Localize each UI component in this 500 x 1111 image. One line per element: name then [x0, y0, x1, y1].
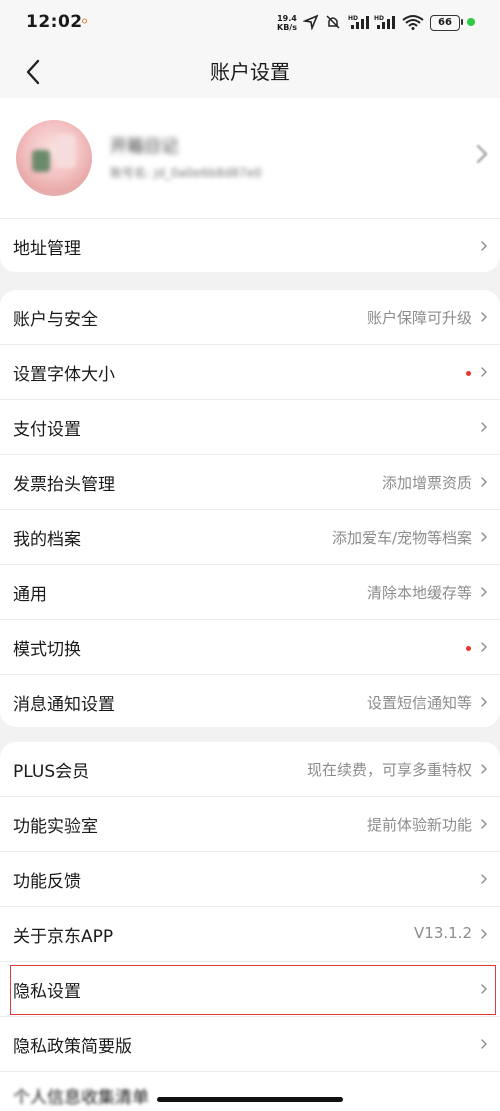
row-label: 功能反馈	[13, 872, 81, 892]
chevron-right-icon	[481, 241, 487, 251]
page-header: 账户设置	[0, 44, 500, 98]
chevron-right-icon	[481, 422, 487, 432]
signal-icon-1: HD	[348, 15, 369, 29]
mode-switch-row[interactable]: 模式切换	[0, 620, 500, 675]
chevron-right-icon	[481, 532, 487, 542]
wifi-icon	[402, 15, 424, 30]
row-label: 关于京东APP	[13, 927, 114, 947]
account-security-row[interactable]: 账户与安全 账户保障可升级	[0, 290, 500, 345]
privacy-indicator-dot	[467, 18, 475, 26]
font-size-row[interactable]: 设置字体大小	[0, 345, 500, 400]
location-icon	[303, 14, 319, 30]
battery-tip	[461, 19, 463, 25]
chevron-right-icon	[481, 697, 487, 707]
about-app-row[interactable]: 关于京东APP V13.1.2	[0, 907, 500, 962]
avatar-image-part	[56, 134, 76, 168]
row-label: 支付设置	[13, 420, 81, 440]
divider	[0, 1071, 500, 1072]
red-dot-badge	[466, 371, 471, 376]
row-label: 地址管理	[13, 239, 81, 259]
page-title: 账户设置	[210, 60, 290, 84]
chevron-right-icon	[481, 929, 487, 939]
app-notification-icon: ⚪	[80, 15, 90, 28]
row-label: 功能实验室	[13, 817, 98, 837]
payment-settings-row[interactable]: 支付设置	[0, 400, 500, 455]
chevron-right-icon	[481, 1039, 487, 1049]
feature-lab-row[interactable]: 功能实验室 提前体验新功能	[0, 797, 500, 852]
home-indicator[interactable]	[157, 1097, 343, 1102]
account-id: 账号名: jd_0a0e6b8d87e0	[110, 166, 262, 180]
chevron-right-icon	[481, 874, 487, 884]
invoice-title-row[interactable]: 发票抬头管理 添加增票资质	[0, 455, 500, 510]
partially-visible-row-label[interactable]: 个人信息收集清单	[13, 1083, 149, 1108]
row-label: 我的档案	[13, 530, 81, 550]
avatar[interactable]	[16, 120, 92, 196]
row-value: 账户保障可升级	[366, 309, 472, 327]
chevron-right-icon	[481, 642, 487, 652]
more-group: PLUS会员 现在续费，可享多重特权 功能实验室 提前体验新功能 功能反馈 关于…	[0, 742, 500, 1111]
row-label: 消息通知设置	[13, 695, 115, 715]
chevron-right-icon	[481, 587, 487, 597]
row-value: 添加增票资质	[381, 474, 472, 492]
red-dot-badge	[466, 646, 471, 651]
row-label: 账户与安全	[13, 310, 98, 330]
row-value: 添加爱车/宠物等档案	[331, 529, 472, 547]
row-value: 清除本地缓存等	[366, 584, 472, 602]
nickname: 开箱日记	[110, 137, 178, 157]
plus-membership-row[interactable]: PLUS会员 现在续费，可享多重特权	[0, 742, 500, 797]
row-value: 设置短信通知等	[366, 694, 472, 712]
profile-row[interactable]: 开箱日记 账号名: jd_0a0e6b8d87e0	[0, 98, 500, 218]
status-time: 12:02	[26, 12, 83, 32]
svg-text:HD: HD	[374, 15, 384, 22]
row-label: 隐私政策简要版	[13, 1037, 132, 1057]
battery-icon: 66	[430, 15, 460, 31]
row-value: 提前体验新功能	[366, 816, 472, 834]
my-profile-archive-row[interactable]: 我的档案 添加爱车/宠物等档案	[0, 510, 500, 565]
chevron-right-icon	[481, 367, 487, 377]
chevron-right-icon	[481, 764, 487, 774]
chevron-right-icon	[481, 312, 487, 322]
feedback-row[interactable]: 功能反馈	[0, 852, 500, 907]
mute-icon	[326, 15, 340, 29]
chevron-right-icon	[481, 477, 487, 487]
highlight-box	[10, 965, 496, 1015]
chevron-right-icon	[476, 144, 488, 164]
signal-icon-2: HD	[374, 15, 395, 29]
general-row[interactable]: 通用 清除本地缓存等	[0, 565, 500, 620]
avatar-image-part	[32, 150, 50, 172]
row-label: 模式切换	[13, 640, 81, 660]
settings-group: 账户与安全 账户保障可升级 设置字体大小 支付设置 发票抬头管理 添加增票资质 …	[0, 290, 500, 727]
chevron-right-icon	[481, 819, 487, 829]
row-label: 设置字体大小	[13, 365, 115, 385]
address-management-row[interactable]: 地址管理	[0, 219, 500, 274]
notification-settings-row[interactable]: 消息通知设置 设置短信通知等	[0, 675, 500, 730]
app-version: V13.1.2	[414, 924, 472, 942]
profile-card: 开箱日记 账号名: jd_0a0e6b8d87e0 地址管理	[0, 98, 500, 272]
row-label: PLUS会员	[13, 762, 90, 782]
row-label: 发票抬头管理	[13, 475, 115, 495]
svg-text:HD: HD	[348, 15, 358, 22]
status-bar: 12:02 ⚪ 19.4 KB/s HD HD 66	[0, 0, 500, 44]
row-label: 通用	[13, 585, 47, 605]
privacy-policy-summary-row[interactable]: 隐私政策简要版	[0, 1017, 500, 1072]
row-value: 现在续费，可享多重特权	[306, 761, 472, 779]
network-speed: 19.4 KB/s	[277, 14, 297, 32]
